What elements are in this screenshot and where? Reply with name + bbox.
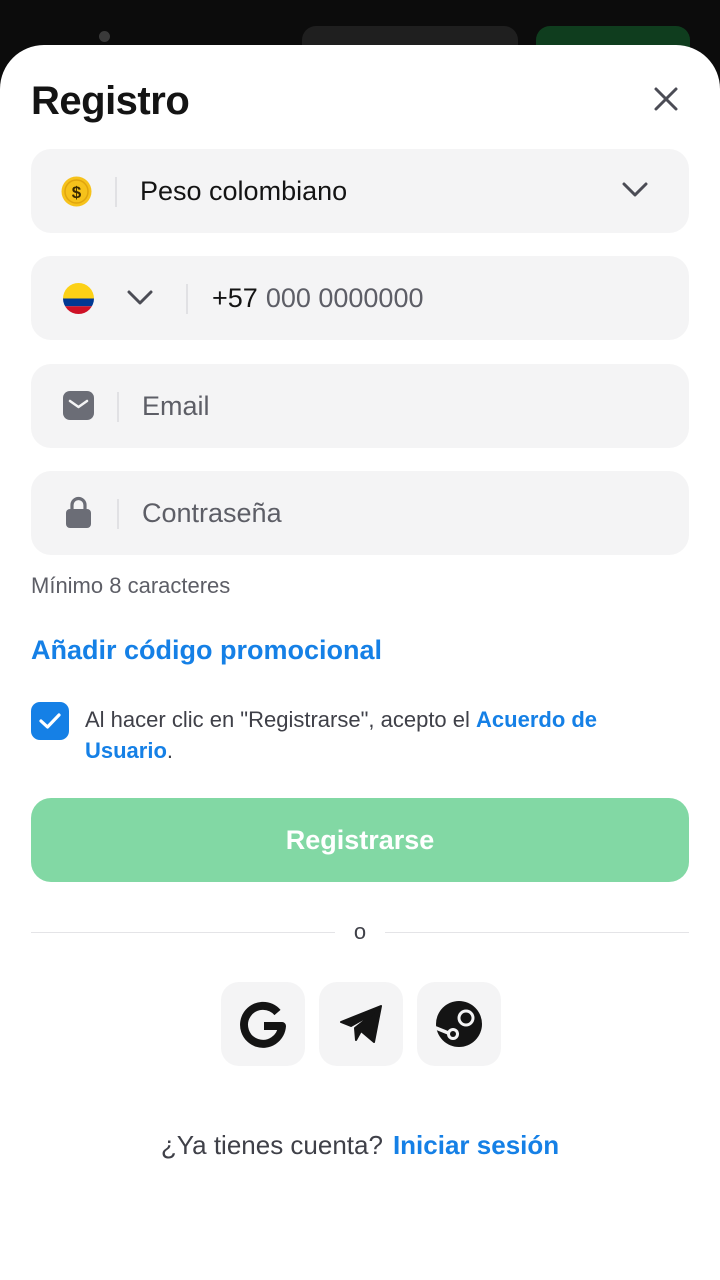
currency-value: Peso colombiano [140,175,348,206]
telegram-login-button[interactable] [319,982,403,1066]
register-button[interactable]: Registrarse [31,798,689,882]
close-icon [654,87,678,111]
login-link[interactable]: Iniciar sesión [393,1130,559,1160]
divider-right [385,932,689,933]
currency-select[interactable]: $ Peso colombiano [31,149,689,233]
phone-input[interactable]: +57 000 0000000 [212,256,423,340]
add-promo-code-link[interactable]: Añadir código promocional [31,635,382,666]
email-input[interactable]: Email [142,364,210,448]
chevron-down-icon[interactable] [126,289,154,307]
close-button[interactable] [646,79,686,119]
terms-checkbox[interactable] [31,702,69,740]
colombia-flag-icon [63,283,94,314]
email-field[interactable]: Email [31,364,689,448]
phone-field[interactable]: +57 000 0000000 [31,256,689,340]
terms-text: Al hacer clic en "Registrarse", acepto e… [85,704,675,766]
phone-placeholder: 000 0000000 [265,282,424,313]
field-separator [117,392,119,422]
steam-login-button[interactable] [417,982,501,1066]
checkmark-icon [39,713,61,729]
steam-icon [435,1001,482,1047]
country-selector[interactable] [63,283,94,314]
login-question: ¿Ya tienes cuenta? [160,1130,383,1160]
divider-text: o [353,919,367,944]
divider-left [31,932,335,933]
field-separator [117,499,119,529]
page-title: Registro [31,79,190,123]
svg-text:$: $ [72,183,82,202]
password-field[interactable]: Contraseña [31,471,689,555]
login-prompt: ¿Ya tienes cuenta? Iniciar sesión [0,1130,720,1161]
terms-label: Al hacer clic en "Registrarse", acepto e… [85,707,477,732]
password-input[interactable]: Contraseña [142,471,282,555]
chevron-down-icon [622,182,648,197]
lock-icon [66,496,91,528]
terms-end: . [166,738,174,763]
password-hint: Mínimo 8 caracteres [31,573,231,598]
google-icon [240,1001,286,1048]
envelope-icon [63,391,94,420]
field-separator [115,177,117,207]
telegram-icon [340,1005,382,1043]
dollar-coin-icon: $ [61,176,92,207]
google-login-button[interactable] [221,982,305,1066]
phone-prefix: +57 [212,282,258,313]
registration-sheet: Registro $ Peso colombiano +57 000 00000… [0,45,720,1280]
background-dot [99,31,110,42]
field-separator [186,284,188,314]
